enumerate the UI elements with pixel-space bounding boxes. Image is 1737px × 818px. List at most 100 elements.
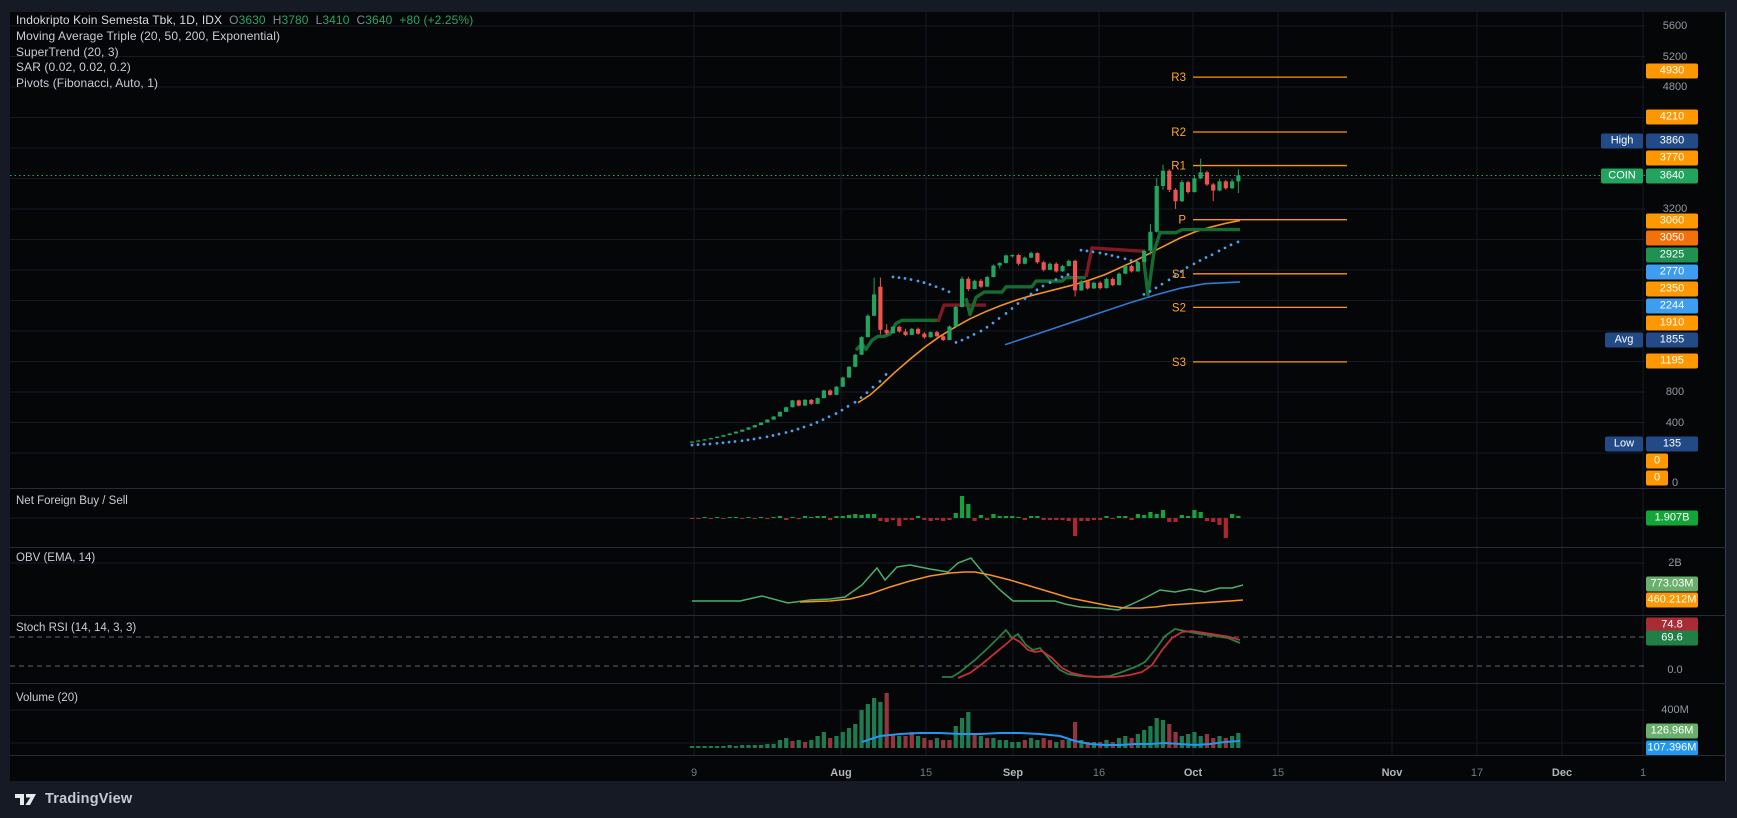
net-foreign-bar bbox=[802, 516, 808, 518]
tradingview-logo-icon[interactable] bbox=[14, 791, 38, 808]
candle-body bbox=[708, 438, 713, 440]
net-foreign-bar bbox=[696, 518, 701, 519]
chart-area[interactable]: R3R2R1PS1S2S3 56005200480044003200800400… bbox=[10, 12, 1726, 781]
candle-body bbox=[758, 422, 764, 426]
volume-bar bbox=[1123, 736, 1128, 748]
supertrend-line bbox=[1084, 246, 1145, 278]
net-foreign-bar bbox=[1142, 515, 1147, 518]
pivot-label-r1: R1 bbox=[1171, 161, 1186, 173]
candle-body bbox=[1079, 281, 1084, 291]
candle-body bbox=[840, 377, 845, 387]
volume-bar bbox=[1135, 734, 1140, 748]
volume-bar bbox=[890, 734, 896, 748]
price-label-3050: 3050 bbox=[1646, 230, 1698, 246]
price-label-3770: 3770 bbox=[1646, 150, 1698, 166]
net-foreign-bar bbox=[1060, 518, 1065, 520]
net-foreign-bar bbox=[1148, 512, 1153, 518]
price-label-1855: 1855 bbox=[1646, 332, 1698, 348]
candle-body bbox=[821, 390, 826, 399]
volume-bar bbox=[821, 732, 826, 748]
candle-body bbox=[978, 280, 983, 287]
net-foreign-bar bbox=[890, 518, 896, 520]
sar-dot bbox=[1048, 281, 1052, 284]
net-foreign-bar bbox=[1186, 516, 1191, 518]
indicator-legend-pivots[interactable]: Pivots (Fibonacci, Auto, 1) bbox=[16, 76, 473, 92]
volume-bar bbox=[689, 746, 695, 748]
candle-body bbox=[884, 329, 889, 334]
net-foreign-bar bbox=[790, 517, 795, 518]
candle-body bbox=[972, 280, 977, 290]
indicator-legend-sar[interactable]: SAR (0.02, 0.02, 0.2) bbox=[16, 60, 473, 76]
volume-bar bbox=[1016, 742, 1021, 748]
volume-bar bbox=[846, 728, 852, 748]
sar-dot bbox=[840, 408, 844, 412]
volume-bar bbox=[1047, 740, 1053, 748]
indicator-legend-supertrend[interactable]: SuperTrend (20, 3) bbox=[16, 45, 473, 61]
sar-dot bbox=[715, 441, 719, 445]
pane-separator[interactable] bbox=[10, 488, 1726, 489]
volume-bar bbox=[1204, 734, 1210, 748]
candle-body bbox=[941, 336, 946, 340]
candle-body bbox=[928, 332, 933, 338]
pane-title-net-foreign[interactable]: Net Foreign Buy / Sell bbox=[16, 495, 128, 507]
candle-body bbox=[746, 427, 751, 430]
symbol-title[interactable]: Indokripto Koin Semesta Tbk, 1D, IDX bbox=[16, 13, 222, 27]
net-foreign-bar bbox=[1035, 516, 1040, 518]
volume-bar bbox=[1142, 730, 1147, 748]
volume-bar bbox=[972, 734, 977, 748]
net-foreign-bar bbox=[985, 518, 990, 520]
net-foreign-bar bbox=[1211, 518, 1216, 522]
candle-body bbox=[985, 277, 990, 287]
sar-dot bbox=[909, 278, 913, 281]
candle-body bbox=[1104, 278, 1109, 289]
candle-body bbox=[752, 425, 757, 428]
sar-dot bbox=[891, 275, 895, 279]
indicator-legend-ma[interactable]: Moving Average Triple (20, 50, 200, Expo… bbox=[16, 29, 473, 45]
axis-tick-2B: 2B bbox=[1668, 557, 1682, 569]
sar-dot bbox=[897, 276, 901, 280]
price-label-4930: 4930 bbox=[1646, 63, 1698, 79]
net-foreign-bar bbox=[715, 517, 720, 518]
candle-body bbox=[991, 265, 996, 278]
pane-title-stoch-rsi[interactable]: Stoch RSI (14, 14, 3, 3) bbox=[16, 622, 136, 634]
sar-dot bbox=[1029, 292, 1033, 296]
price-label-3640: 3640 bbox=[1646, 168, 1698, 184]
time-tick-9: 9 bbox=[690, 767, 698, 779]
ohlc-value: 3780 bbox=[281, 13, 309, 27]
price-label-3860: 3860 bbox=[1646, 133, 1698, 149]
sar-dot bbox=[1185, 266, 1189, 269]
pivot-label-s2: S2 bbox=[1172, 302, 1186, 314]
sar-dot bbox=[1004, 312, 1008, 315]
obv-ema-line bbox=[799, 571, 1244, 609]
pane-separator[interactable] bbox=[10, 615, 1726, 616]
volume-bar bbox=[991, 738, 996, 748]
candle-body bbox=[1041, 262, 1046, 270]
pane-separator[interactable] bbox=[10, 683, 1726, 684]
volume-bar bbox=[790, 741, 795, 748]
pane-title-volume[interactable]: Volume (20) bbox=[16, 692, 78, 704]
candle-body bbox=[784, 407, 789, 412]
supertrend-line bbox=[936, 303, 986, 323]
pane-separator[interactable] bbox=[10, 755, 1726, 756]
price-axis[interactable]: 5600520048004400320080040002B0.0400M4930… bbox=[1601, 12, 1726, 781]
change-value: +80 (+2.25%) bbox=[399, 13, 474, 27]
sar-dot bbox=[903, 276, 907, 280]
pane-separator[interactable] bbox=[10, 547, 1726, 548]
candle-body bbox=[953, 306, 958, 327]
price-badge-high: High bbox=[1601, 133, 1643, 149]
axis-tick-800: 800 bbox=[1665, 386, 1685, 398]
pane-title-obv[interactable]: OBV (EMA, 14) bbox=[16, 552, 95, 564]
symbol-legend-row[interactable]: Indokripto Koin Semesta Tbk, 1D, IDX O363… bbox=[16, 13, 473, 29]
candle-body bbox=[1154, 185, 1159, 232]
axis-tick-5200: 5200 bbox=[1662, 51, 1688, 63]
net-foreign-bar bbox=[884, 518, 889, 522]
volume-bar bbox=[715, 746, 720, 748]
price-chart-canvas[interactable]: R3R2R1PS1S2S3 bbox=[10, 12, 1645, 781]
net-foreign-bar bbox=[1016, 517, 1021, 518]
sar-dot bbox=[1091, 250, 1095, 254]
time-tick-Dec: Dec bbox=[1551, 767, 1573, 779]
supertrend-line bbox=[964, 275, 1086, 317]
sar-dot bbox=[802, 425, 806, 429]
tradingview-brand-text[interactable]: TradingView bbox=[45, 791, 132, 807]
candle-body bbox=[1029, 253, 1034, 258]
